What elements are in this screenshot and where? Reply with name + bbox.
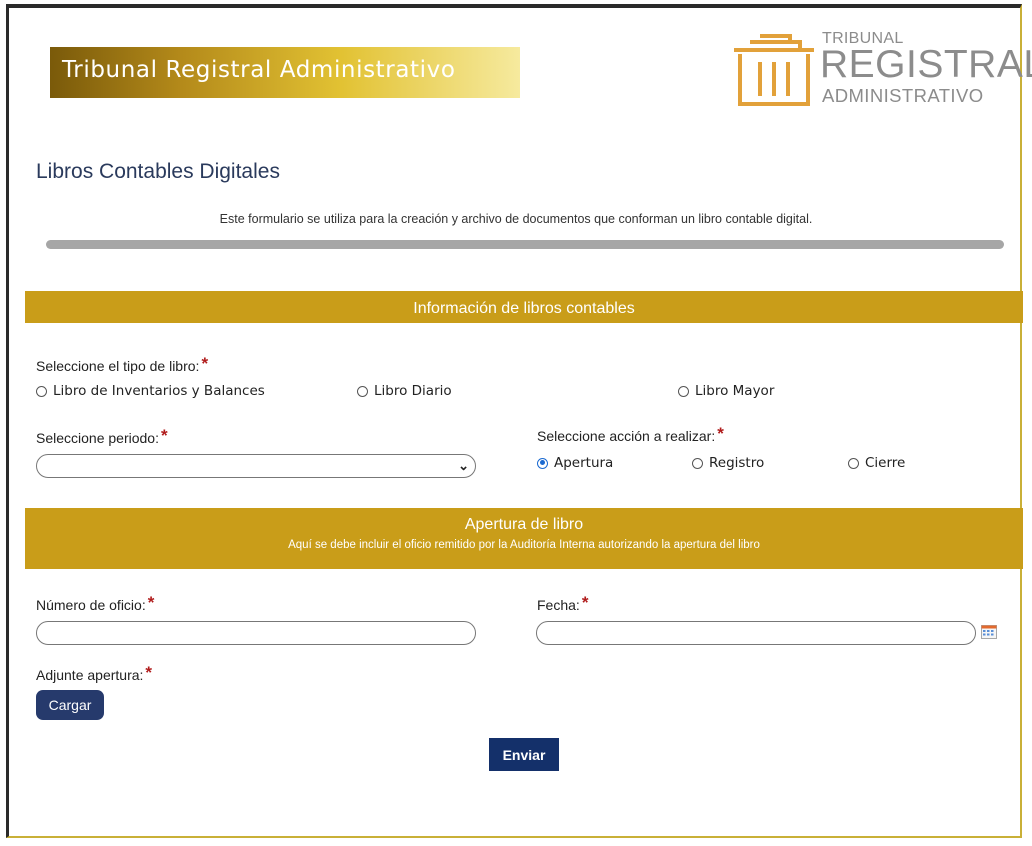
required-marker: *: [145, 663, 153, 682]
required-marker: *: [717, 424, 724, 443]
enviar-button[interactable]: Enviar: [489, 738, 559, 771]
divider: [46, 240, 1004, 249]
banner-title: Tribunal Registral Administrativo: [62, 57, 456, 83]
fecha-input[interactable]: [536, 621, 976, 645]
numero-oficio-input[interactable]: [36, 621, 476, 645]
window-frame: [6, 4, 1022, 838]
numero-oficio-label: Número de oficio: *: [36, 593, 155, 613]
radio-accion-apertura[interactable]: Apertura: [537, 455, 613, 471]
tribunal-logo-icon: [734, 34, 814, 106]
page-description: Este formulario se utiliza para la creac…: [219, 212, 813, 226]
logo-line-2: REGISTRAL: [820, 43, 1032, 86]
fecha-label: Fecha: *: [537, 593, 589, 613]
radio-circle[interactable]: [357, 385, 368, 397]
chevron-down-icon: ⌄: [458, 458, 469, 473]
required-marker: *: [581, 593, 589, 612]
section-subtitle: Aquí se debe incluir el oficio remitido …: [288, 539, 760, 551]
section-header-info: Información de libros contables: [25, 291, 1023, 323]
radio-libro-diario[interactable]: Libro Diario: [357, 383, 452, 399]
required-marker: *: [160, 426, 168, 445]
radio-circle[interactable]: [848, 457, 859, 469]
logo-line-3: ADMINISTRATIVO: [822, 85, 984, 106]
required-marker: *: [201, 354, 209, 373]
radio-accion-cierre[interactable]: Cierre: [848, 455, 905, 471]
adjunte-apertura-label: Adjunte apertura: *: [36, 663, 153, 683]
section-title: Apertura de libro: [464, 516, 584, 533]
required-marker: *: [147, 593, 155, 612]
radio-circle[interactable]: [678, 385, 689, 397]
page-title: Libros Contables Digitales: [36, 160, 280, 183]
radio-circle[interactable]: [36, 385, 47, 397]
accion-label: Seleccione acción a realizar: *: [537, 424, 724, 444]
radio-circle-selected[interactable]: [537, 457, 548, 469]
section-title: Información de libros contables: [413, 300, 635, 317]
calendar-icon[interactable]: [981, 625, 997, 639]
radio-libro-inventarios[interactable]: Libro de Inventarios y Balances: [36, 383, 265, 399]
periodo-select[interactable]: ⌄: [36, 454, 476, 478]
cargar-button[interactable]: Cargar: [36, 690, 104, 720]
section-header-apertura: Apertura de libro Aquí se debe incluir e…: [25, 508, 1023, 569]
radio-libro-mayor[interactable]: Libro Mayor: [678, 383, 774, 399]
tipo-libro-label: Seleccione el tipo de libro: *: [36, 354, 209, 374]
periodo-label: Seleccione periodo: *: [36, 426, 168, 446]
radio-accion-registro[interactable]: Registro: [692, 455, 764, 471]
radio-circle[interactable]: [692, 457, 703, 469]
